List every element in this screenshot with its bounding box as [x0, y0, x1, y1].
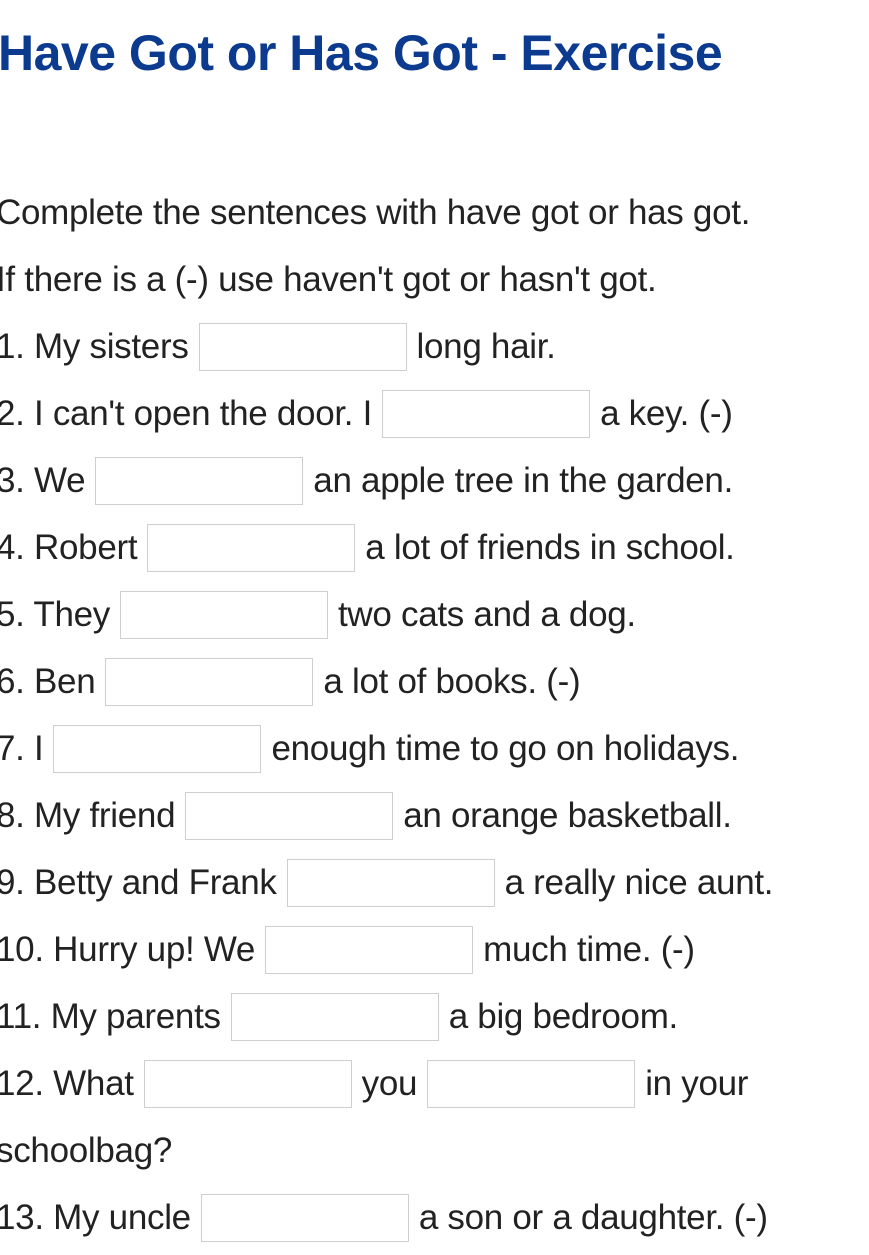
sentence-13: 13. My uncle a son or a daughter. (-): [0, 1193, 768, 1243]
instruction-text: If there is a (-) use haven't got or has…: [0, 260, 657, 299]
sentence-before: 10. Hurry up! We: [0, 930, 256, 969]
sentence-after: in your: [645, 1064, 749, 1103]
sentence-after: a son or a daughter. (-): [418, 1198, 768, 1237]
sentence-before: 3. We: [0, 461, 86, 500]
sentence-after: long hair.: [416, 327, 556, 366]
answer-input-1[interactable]: [198, 323, 407, 371]
sentence-7: 7. I enough time to go on holidays.: [0, 724, 739, 774]
sentence-before: 7. I: [0, 729, 44, 768]
page-title: Have Got or Has Got - Exercise: [0, 25, 723, 81]
answer-input-12b[interactable]: [427, 1060, 636, 1108]
sentence-after: a lot of friends in school.: [365, 528, 735, 567]
answer-input-10[interactable]: [265, 926, 474, 974]
instruction-line: Complete the sentences with have got or …: [0, 188, 750, 238]
answer-input-6[interactable]: [105, 658, 314, 706]
sentence-after: a big bedroom.: [448, 997, 679, 1036]
sentence-before: 8. My friend: [0, 796, 176, 835]
sentence-after: much time. (-): [483, 930, 695, 969]
sentence-12: 12. What you in your: [0, 1059, 748, 1109]
instruction-line: If there is a (-) use haven't got or has…: [0, 255, 657, 305]
sentence-before: 1. My sisters: [0, 327, 189, 366]
sentence-before: 2. I can't open the door. I: [0, 394, 373, 433]
sentence-before: 4. Robert: [0, 528, 138, 567]
sentence-before: 6. Ben: [0, 662, 96, 701]
sentence-1: 1. My sisters long hair.: [0, 322, 556, 372]
sentence-before: 5. They: [0, 595, 110, 634]
sentence-10: 10. Hurry up! We much time. (-): [0, 925, 695, 975]
answer-input-11[interactable]: [230, 993, 439, 1041]
answer-input-2[interactable]: [382, 390, 591, 438]
answer-input-8[interactable]: [185, 792, 394, 840]
sentence-after: a really nice aunt.: [504, 863, 774, 902]
sentence-2: 2. I can't open the door. I a key. (-): [0, 389, 733, 439]
sentence-after: a lot of books. (-): [323, 662, 581, 701]
sentence-before: 9. Betty and Frank: [0, 863, 277, 902]
sentence-before: 12. What: [0, 1064, 134, 1103]
sentence-9: 9. Betty and Frank a really nice aunt.: [0, 858, 774, 908]
sentence-12-continuation: schoolbag?: [0, 1126, 172, 1176]
sentence-after: a key. (-): [600, 394, 733, 433]
sentence-11: 11. My parents a big bedroom.: [0, 992, 678, 1042]
sentence-before: 13. My uncle: [0, 1198, 191, 1237]
answer-input-4[interactable]: [147, 524, 356, 572]
answer-input-5[interactable]: [120, 591, 328, 639]
sentence-after: enough time to go on holidays.: [271, 729, 740, 768]
answer-input-3[interactable]: [95, 457, 304, 505]
sentence-after: an orange basketball.: [403, 796, 732, 835]
sentence-3: 3. We an apple tree in the garden.: [0, 456, 733, 506]
sentence-middle: you: [361, 1064, 418, 1103]
sentence-before: 11. My parents: [0, 997, 221, 1036]
sentence-after: an apple tree in the garden.: [313, 461, 733, 500]
instruction-text: Complete the sentences with have got or …: [0, 193, 751, 232]
answer-input-7[interactable]: [53, 725, 262, 773]
sentence-4: 4. Robert a lot of friends in school.: [0, 523, 735, 573]
answer-input-13[interactable]: [200, 1194, 409, 1242]
sentence-continuation: schoolbag?: [0, 1131, 173, 1170]
sentence-8: 8. My friend an orange basketball.: [0, 791, 732, 841]
sentence-6: 6. Ben a lot of books. (-): [0, 657, 581, 707]
answer-input-9[interactable]: [286, 859, 495, 907]
sentence-5: 5. They two cats and a dog.: [0, 590, 636, 640]
sentence-after: two cats and a dog.: [338, 595, 636, 634]
answer-input-12a[interactable]: [143, 1060, 352, 1108]
